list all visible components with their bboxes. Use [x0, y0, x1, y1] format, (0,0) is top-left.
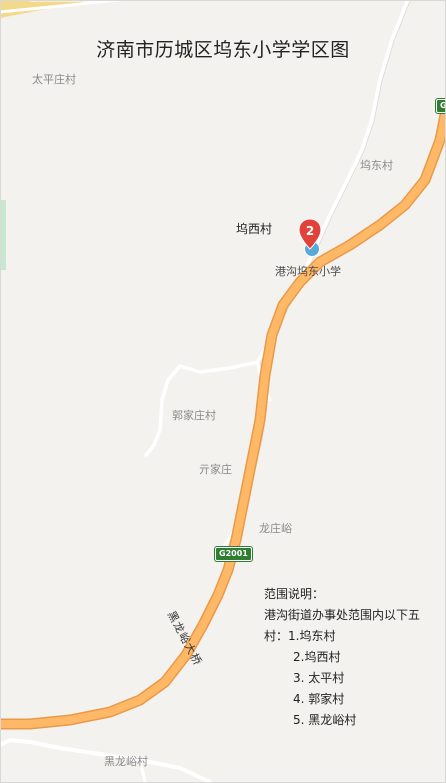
- marker-number: 2: [305, 224, 315, 238]
- highway-shield-g2001: G2001: [215, 547, 252, 561]
- legend-heading: 范围说明：: [264, 587, 325, 601]
- legend-item: 4. 郭家村: [293, 692, 345, 706]
- left-green-area: [0, 200, 6, 270]
- legend: 范围说明： 港沟街道办事处范围内以下五 村：1.坞东村 2.坞西村 3. 太平村…: [264, 584, 420, 731]
- place-taiping: 太平庄村: [32, 73, 76, 86]
- map-title: 济南市历城区坞东小学学区图: [96, 39, 350, 61]
- school-marker[interactable]: 2: [298, 218, 324, 252]
- map-canvas[interactable]: 济南市历城区坞东小学学区图 太平庄村 坞东村 坞西村 郭家庄村 亓家庄 龙庄峪 …: [0, 0, 446, 783]
- place-wuxi: 坞西村: [236, 222, 273, 236]
- legend-item: 3. 太平村: [293, 671, 345, 685]
- place-guojia: 郭家庄村: [172, 409, 216, 422]
- place-kaijia: 亓家庄: [199, 463, 232, 476]
- legend-line-2: 村：1.坞东村: [264, 629, 336, 643]
- legend-item: 2.坞西村: [293, 650, 341, 664]
- legend-item: 5. 黑龙峪村: [293, 713, 357, 727]
- place-longzhuang: 龙庄峪: [259, 522, 292, 535]
- highway-shield-top: G: [436, 99, 446, 113]
- school-label: 港沟坞东小学: [275, 265, 341, 278]
- legend-line-1: 港沟街道办事处范围内以下五: [264, 608, 421, 622]
- place-wudong: 坞东村: [360, 159, 393, 172]
- place-heilongyu: 黑龙峪村: [104, 755, 148, 768]
